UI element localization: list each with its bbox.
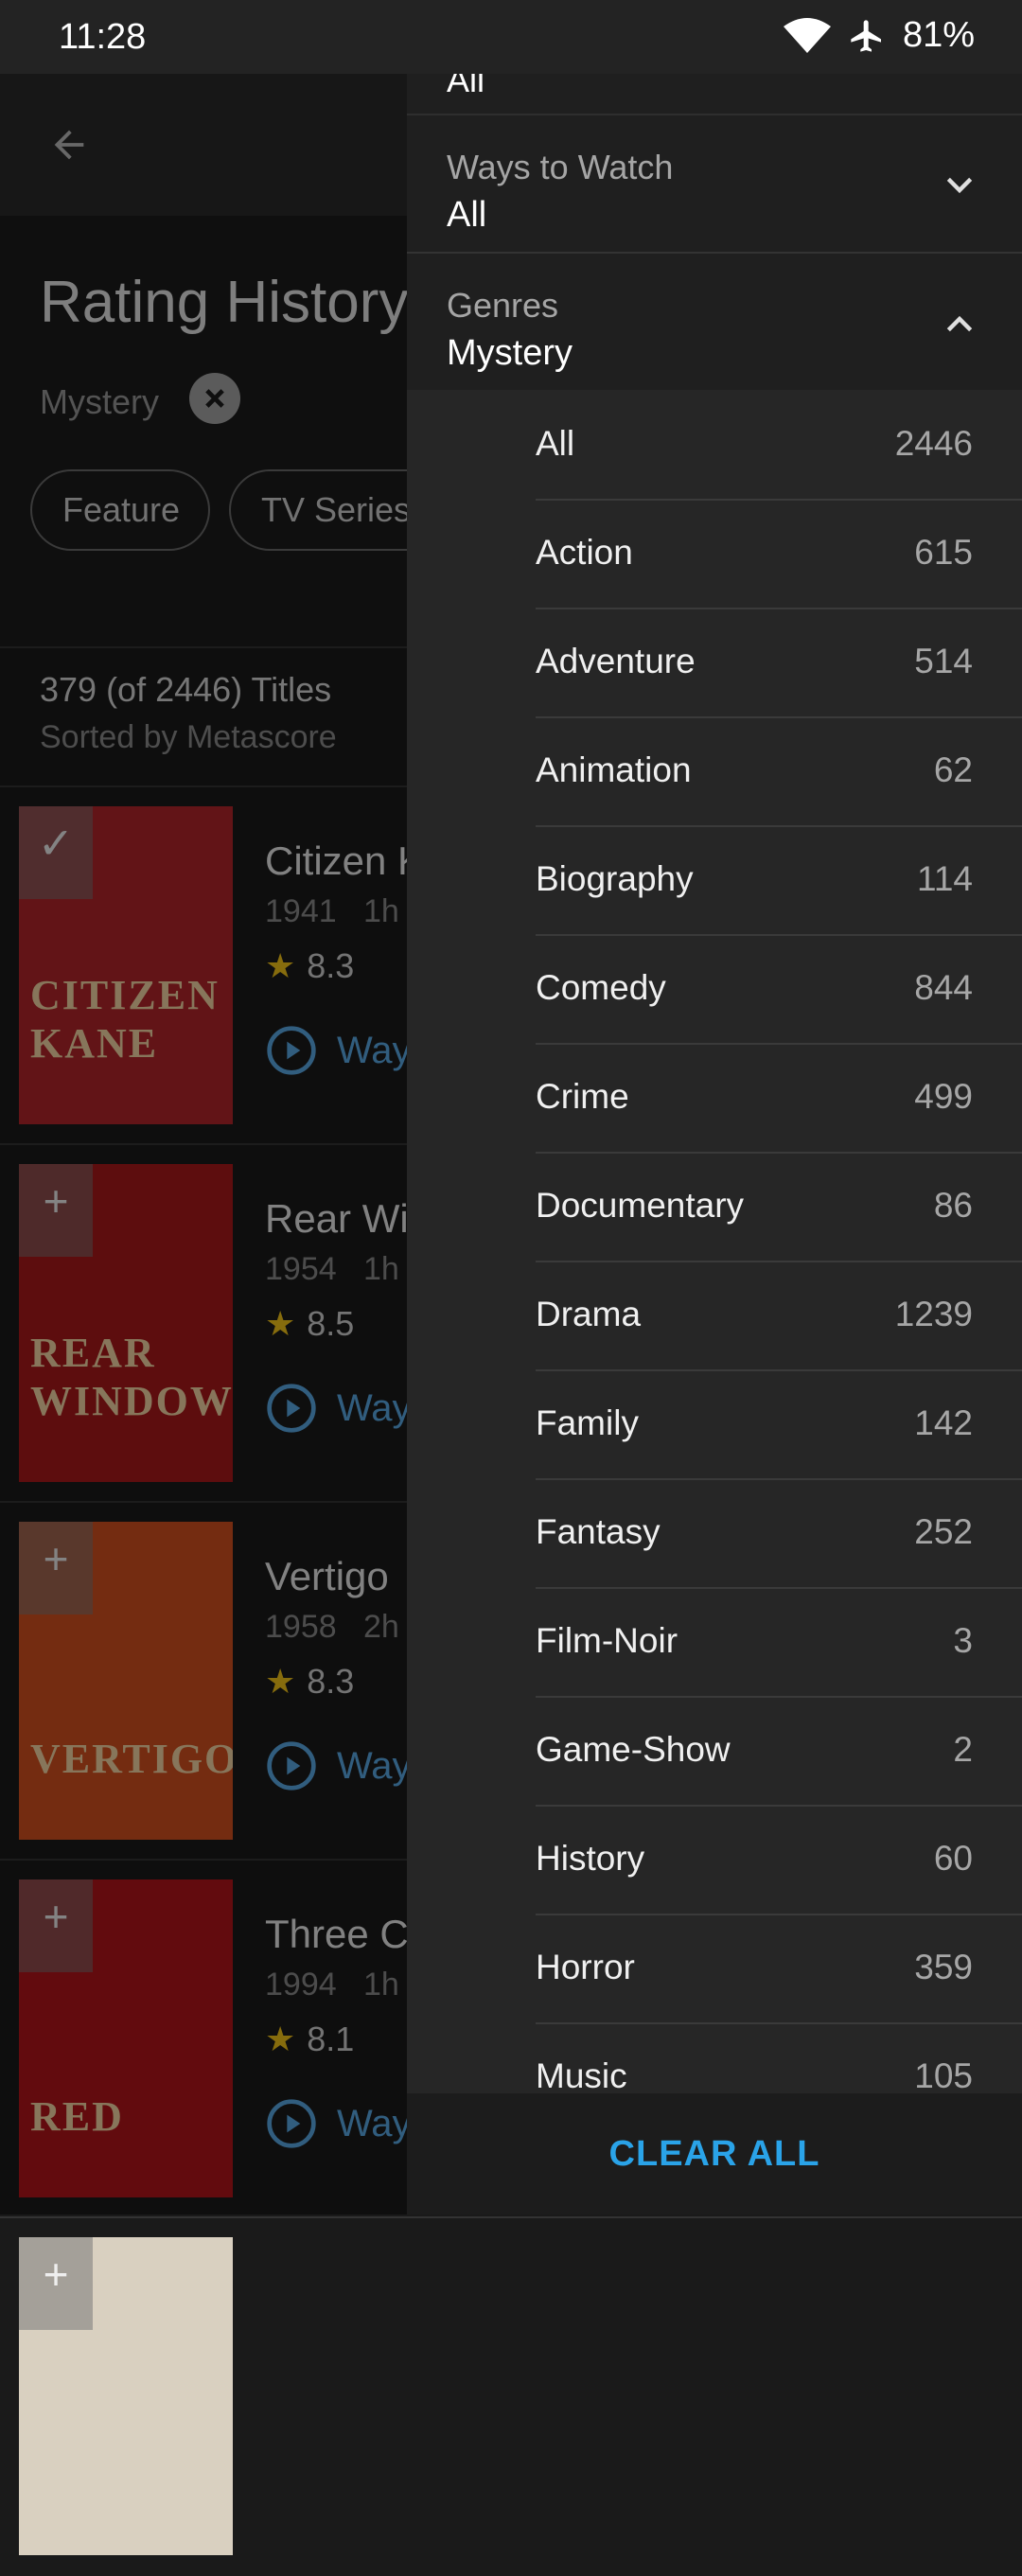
chevron-up-icon[interactable] xyxy=(941,305,978,347)
filter-drawer: All Ways to Watch All Genres Mystery All… xyxy=(407,74,1022,2214)
genres-value: Mystery xyxy=(447,333,573,373)
genre-option-biography[interactable]: Biography 114 xyxy=(536,825,1022,936)
genre-option-drama[interactable]: Drama 1239 xyxy=(536,1261,1022,1371)
genre-option-game-show[interactable]: Game-Show 2 xyxy=(536,1696,1022,1807)
clear-all-button[interactable]: CLEAR ALL xyxy=(609,2134,820,2175)
genre-option-action[interactable]: Action 615 xyxy=(536,499,1022,609)
genre-option-animation[interactable]: Animation 62 xyxy=(536,716,1022,827)
ways-to-watch-value: All xyxy=(447,195,487,235)
genre-option-family[interactable]: Family 142 xyxy=(536,1369,1022,1480)
genre-option-horror[interactable]: Horror 359 xyxy=(536,1914,1022,2024)
genre-option-comedy[interactable]: Comedy 844 xyxy=(536,934,1022,1045)
ways-to-watch-section[interactable]: Ways to Watch All xyxy=(407,115,1022,254)
genre-option-adventure[interactable]: Adventure 514 xyxy=(536,608,1022,718)
genre-option-film-noir[interactable]: Film-Noir 3 xyxy=(536,1587,1022,1698)
status-time: 11:28 xyxy=(59,17,147,57)
genres-section[interactable]: Genres Mystery xyxy=(407,254,1022,392)
genre-option-fantasy[interactable]: Fantasy 252 xyxy=(536,1478,1022,1589)
list-item-partial[interactable]: + xyxy=(0,2216,1022,2576)
genre-option-history[interactable]: History 60 xyxy=(536,1805,1022,1915)
genre-options-list: All 2446 Action 615 Adventure 514 Animation… xyxy=(407,390,1022,2133)
genre-option-documentary[interactable]: Documentary 86 xyxy=(536,1152,1022,1262)
battery-percentage: 81% xyxy=(902,15,975,55)
genre-option-crime[interactable]: Crime 499 xyxy=(536,1043,1022,1154)
wifi-icon xyxy=(783,17,831,55)
genre-option-all[interactable]: All 2446 xyxy=(536,390,1022,501)
movie-poster[interactable]: + xyxy=(19,2237,233,2555)
previous-filter-section[interactable]: All xyxy=(407,74,1022,115)
chevron-down-icon[interactable] xyxy=(941,167,978,209)
previous-filter-value: All xyxy=(447,74,485,99)
airplane-icon xyxy=(848,17,886,55)
add-to-watchlist-icon[interactable]: + xyxy=(19,2237,93,2330)
status-bar: 11:28 81% xyxy=(0,0,1022,74)
drawer-footer: CLEAR ALL xyxy=(407,2093,1022,2214)
ways-to-watch-label: Ways to Watch xyxy=(447,148,674,186)
genres-label: Genres xyxy=(447,286,559,325)
